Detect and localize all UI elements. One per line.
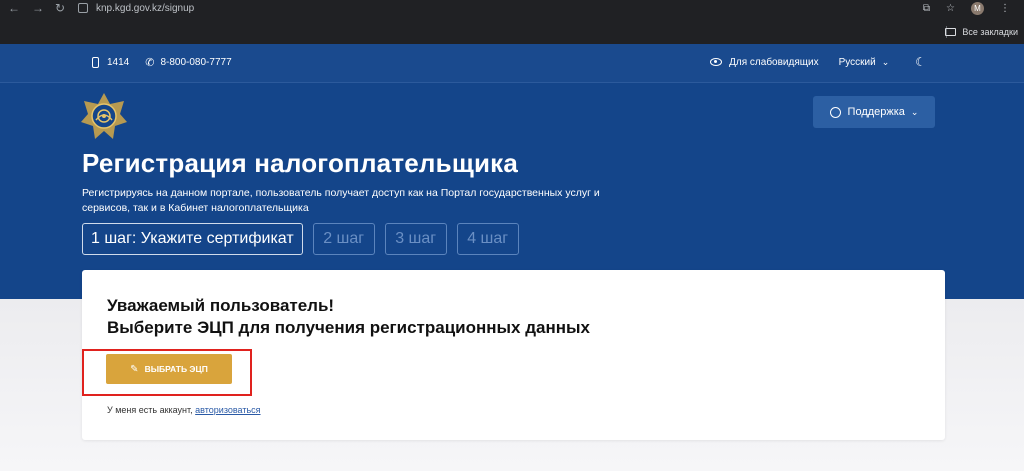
step-4[interactable]: 4 шаг — [456, 223, 519, 255]
page-description: Регистрируясь на данном портале, пользов… — [82, 187, 600, 214]
install-app-icon[interactable]: ⧉ — [923, 3, 930, 14]
chevron-down-icon: ⌄ — [910, 106, 919, 117]
choose-ecp-label: ВЫБРАТЬ ЭЦП — [144, 364, 208, 374]
bookmark-star-icon[interactable]: ☆ — [946, 3, 955, 14]
top-bar: 1414 ✆ 8-800-080-7777 Для слабовидящих Р… — [0, 44, 1024, 82]
browser-chrome: ← → ↻ knp.kgd.gov.kz/signup ⧉ ☆ M ⋮ Все … — [0, 0, 1024, 44]
address-row: ← → ↻ knp.kgd.gov.kz/signup ⧉ ☆ M ⋮ — [0, 0, 1024, 16]
short-number[interactable]: 1414 — [107, 57, 129, 68]
account-line: У меня есть аккаунт, авторизоваться — [107, 405, 261, 415]
login-link[interactable]: авторизоваться — [195, 405, 260, 415]
dark-mode-moon-icon[interactable]: ☾ — [915, 55, 926, 69]
registration-steps: 1 шаг: Укажите сертификат 2 шаг 3 шаг 4 … — [82, 223, 519, 255]
choose-ecp-button[interactable]: ✎ ВЫБРАТЬ ЭЦП — [106, 354, 232, 384]
contacts: 1414 ✆ 8-800-080-7777 — [92, 56, 232, 69]
step-1[interactable]: 1 шаг: Укажите сертификат — [82, 223, 303, 255]
profile-avatar[interactable]: M — [971, 1, 984, 15]
step-3[interactable]: 3 шаг — [384, 223, 447, 255]
support-label: Поддержка — [847, 106, 905, 118]
eye-icon — [710, 58, 723, 66]
forward-arrow-icon[interactable]: → — [32, 0, 44, 16]
all-bookmarks[interactable]: Все закладки — [945, 24, 1018, 40]
all-bookmarks-label: Все закладки — [962, 27, 1018, 37]
website: 1414 ✆ 8-800-080-7777 Для слабовидящих Р… — [0, 44, 1024, 471]
reload-icon[interactable]: ↻ — [55, 0, 65, 16]
signature-pen-icon: ✎ — [130, 363, 139, 375]
site-info-icon[interactable] — [78, 3, 88, 13]
handset-icon: ✆ — [145, 57, 155, 69]
state-emblem-logo[interactable] — [80, 92, 128, 140]
menu-dots-icon[interactable]: ⋮ — [1000, 3, 1010, 14]
browser-actions: ⧉ ☆ M ⋮ — [923, 0, 1010, 16]
certificate-card: Уважаемый пользователь! Выберите ЭЦП для… — [82, 270, 945, 440]
topbar-actions: Для слабовидящих Русский ⌄ ☾ — [710, 55, 926, 69]
card-greeting: Уважаемый пользователь! — [107, 296, 335, 315]
chat-bubble-icon — [829, 106, 841, 118]
step-2[interactable]: 2 шаг — [312, 223, 375, 255]
accessibility-link[interactable]: Для слабовидящих — [729, 57, 818, 68]
language-selector[interactable]: Русский ⌄ — [839, 57, 890, 68]
mobile-phone-icon — [92, 57, 99, 68]
address-bar[interactable]: knp.kgd.gov.kz/signup — [78, 0, 194, 16]
page-title: Регистрация налогоплательщика — [82, 148, 519, 178]
card-instruction: Выберите ЭЦП для получения регистрационн… — [107, 318, 590, 337]
account-text: У меня есть аккаунт, — [107, 405, 193, 415]
folder-icon — [945, 28, 957, 36]
support-button[interactable]: Поддержка ⌄ — [813, 96, 935, 128]
back-arrow-icon[interactable]: ← — [8, 0, 20, 16]
language-label: Русский — [838, 56, 876, 68]
chevron-down-icon: ⌄ — [881, 56, 890, 67]
phone-number[interactable]: 8-800-080-7777 — [160, 57, 231, 68]
url-text: knp.kgd.gov.kz/signup — [96, 2, 195, 14]
